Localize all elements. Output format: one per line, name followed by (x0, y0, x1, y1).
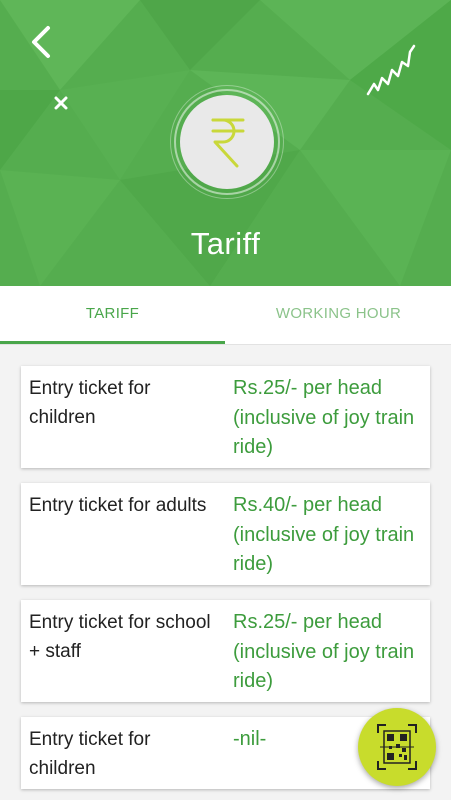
qr-scan-button[interactable] (358, 708, 436, 786)
tariff-label: Entry ticket for adults (29, 495, 207, 516)
tariff-card: Entry ticket for children Rs.25/- per he… (21, 366, 430, 468)
active-tab-indicator (0, 341, 225, 344)
tab-bar: TARIFF WORKING HOUR (0, 286, 451, 345)
rupee-icon (211, 118, 245, 168)
tariff-card: Entry ticket for adults Rs.40/- per head… (21, 483, 430, 585)
tariff-value: Rs.25/- per head (inclusive of joy train… (233, 377, 415, 458)
close-icon (54, 96, 68, 110)
tariff-label: Entry ticket for school + staff (29, 612, 211, 662)
qr-scan-icon (377, 724, 417, 770)
page-title: Tariff (190, 226, 261, 261)
tariff-card: Entry ticket for school + staff Rs.25/- … (21, 600, 430, 702)
header-banner: Tariff (0, 0, 451, 286)
tariff-value: Rs.25/- per head (inclusive of joy train… (233, 611, 415, 692)
tab-tariff[interactable]: TARIFF (0, 286, 225, 344)
rupee-badge (180, 95, 274, 189)
tariff-label: Entry ticket for children (29, 729, 151, 779)
tariff-label: Entry ticket for children (29, 378, 151, 428)
back-arrow-icon[interactable] (26, 24, 58, 60)
squiggle-icon (366, 44, 416, 96)
tariff-value: Rs.40/- per head (inclusive of joy train… (233, 494, 415, 575)
tab-working-hour[interactable]: WORKING HOUR (226, 286, 451, 344)
